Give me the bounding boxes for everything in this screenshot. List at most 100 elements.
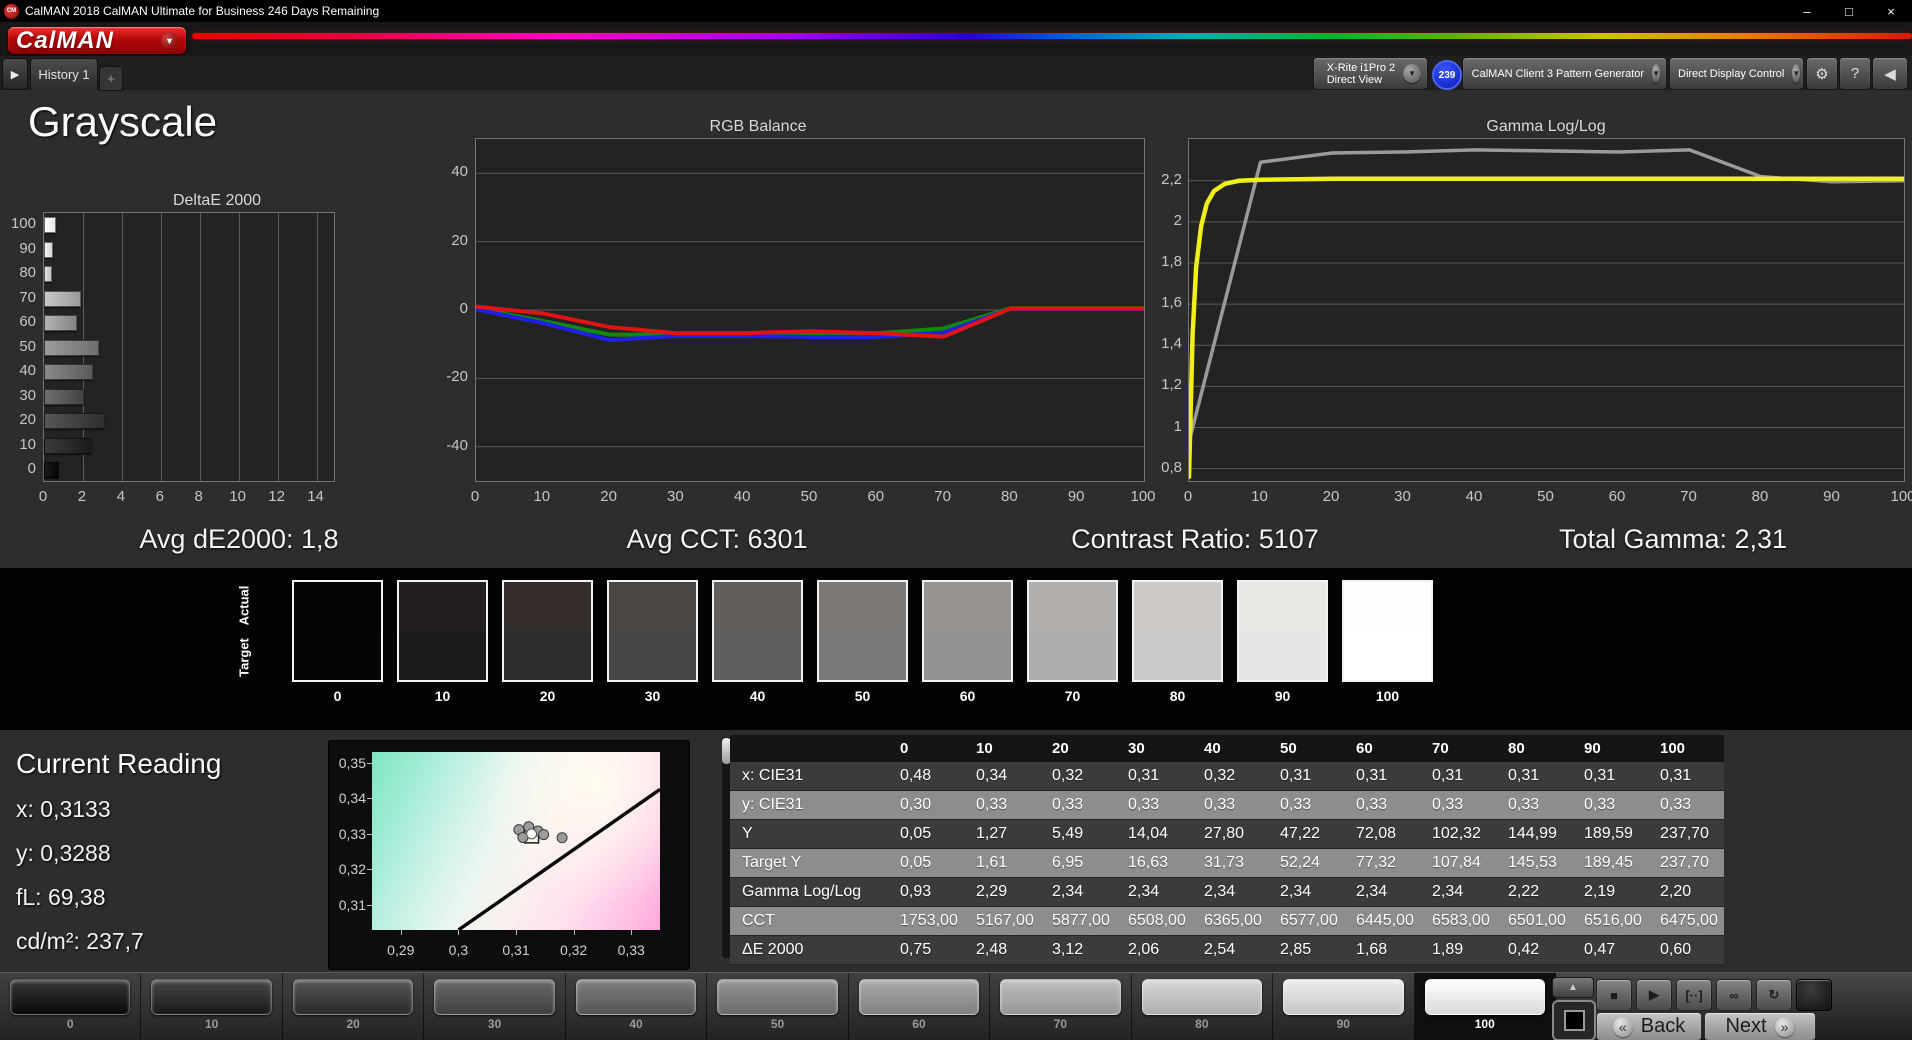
pattern-window-button[interactable] — [1552, 1000, 1596, 1040]
tick-mark — [367, 762, 372, 764]
table-column-header: 90 — [1572, 735, 1648, 762]
table-cell: 0,75 — [888, 935, 964, 965]
collapse-panel-icon[interactable]: ◀ — [1872, 57, 1908, 90]
actual-swatch-half — [504, 582, 591, 631]
stop-button[interactable]: ■ — [1596, 979, 1632, 1011]
chevron-down-icon[interactable]: ▼ — [1652, 64, 1660, 83]
measurement-table: 0 10 20 30 40 50 60 70 80 90 100 x: CIE31 0,48 0,34 0,… — [730, 735, 1724, 965]
chevron-down-icon[interactable]: ▼ — [1403, 64, 1421, 83]
grayscale-swatch — [397, 580, 488, 682]
record-button[interactable] — [1796, 979, 1832, 1011]
maximize-button[interactable]: □ — [1828, 0, 1870, 22]
table-cell: 47,22 — [1268, 819, 1344, 849]
reading-y: y: 0,3288 — [16, 840, 111, 866]
grayscale-swatch — [292, 580, 383, 682]
pattern-level-label: 20 — [346, 1017, 360, 1031]
grayscale-swatch — [922, 580, 1013, 682]
play-button[interactable]: ▶ — [1636, 979, 1672, 1011]
pattern-size-button[interactable]: [··] — [1676, 979, 1712, 1011]
pattern-level-button-70[interactable]: 70 — [990, 973, 1132, 1040]
table-row-label: Y — [730, 819, 888, 849]
table-row: Gamma Log/Log 0,93 2,29 2,34 2,34 2,34 2,34 2,3… — [730, 877, 1724, 907]
expand-up-button[interactable]: ▲ — [1552, 977, 1594, 998]
target-swatch-half — [924, 631, 1011, 680]
help-icon[interactable]: ? — [1839, 57, 1871, 90]
meter-count-badge: 239 — [1432, 60, 1462, 90]
pattern-level-button-60[interactable]: 60 — [848, 973, 991, 1040]
gear-icon[interactable]: ⚙ — [1806, 57, 1838, 90]
meter-dropdown[interactable]: X-Rite i1Pro 2 Direct View ▼ — [1313, 57, 1428, 90]
close-button[interactable]: × — [1870, 0, 1912, 22]
axis-tick-label: 2,2 — [1161, 170, 1182, 188]
table-row-label: x: CIE31 — [730, 762, 888, 791]
pattern-level-button-40[interactable]: 40 — [565, 973, 708, 1040]
table-row: CCT 1753,00 5167,00 5877,00 6508,00 6365,00 65… — [730, 906, 1724, 936]
table-cell: 0,33 — [1268, 790, 1344, 820]
layout-nav-arrow-button[interactable]: ▶ — [2, 58, 28, 90]
pattern-level-button-80[interactable]: 80 — [1131, 973, 1274, 1040]
actual-swatch-half — [714, 582, 801, 631]
grayscale-swatch — [1027, 580, 1118, 682]
axis-tick-label: 10 — [229, 488, 246, 505]
target-swatch-half — [1134, 631, 1221, 680]
axis-tick-label: 70 — [934, 488, 951, 505]
table-row-label: y: CIE31 — [730, 790, 888, 820]
table-cell: 2,48 — [964, 935, 1040, 965]
pattern-level-label: 40 — [629, 1017, 643, 1031]
axis-tick-label: 0,8 — [1161, 458, 1182, 476]
table-cell: 0,33 — [1420, 790, 1496, 820]
pattern-source-dropdown[interactable]: CalMAN Client 3 Pattern Generator ▼ — [1462, 57, 1667, 90]
pattern-level-button-50[interactable]: 50 — [707, 973, 849, 1040]
pattern-level-button-100[interactable]: 100 — [1414, 973, 1556, 1040]
axis-tick-label: 20 — [19, 411, 36, 429]
tab-history-1[interactable]: History 1 — [30, 58, 98, 90]
deltae-bar — [44, 437, 93, 454]
pattern-level-button-0[interactable]: 0 — [0, 973, 142, 1040]
target-swatch-half — [1029, 631, 1116, 680]
pattern-level-label: 30 — [487, 1017, 502, 1031]
display-control-dropdown[interactable]: Direct Display Control ▼ — [1669, 57, 1804, 90]
actual-row-label: Actual — [236, 585, 252, 626]
axis-tick-label: 90 — [19, 239, 36, 257]
target-swatch-half — [1239, 631, 1326, 680]
table-cell: 237,70 — [1648, 819, 1724, 849]
target-swatch-half — [1344, 631, 1431, 680]
table-cell: 0,31 — [1648, 762, 1724, 791]
axis-tick-label: 50 — [19, 337, 36, 355]
pattern-level-button-10[interactable]: 10 — [141, 973, 283, 1040]
next-button[interactable]: Next » — [1704, 1012, 1816, 1040]
table-cell: 0,33 — [1648, 790, 1724, 820]
chevron-down-icon[interactable]: ▼ — [1792, 64, 1801, 83]
deltae-chart-title: DeltaE 2000 — [172, 192, 262, 209]
pattern-level-button-20[interactable]: 20 — [282, 973, 425, 1040]
pattern-level-button-30[interactable]: 30 — [424, 973, 566, 1040]
axis-tick-label: 50 — [800, 488, 818, 505]
table-cell: 1,61 — [964, 848, 1040, 878]
add-tab-button[interactable]: + — [99, 66, 123, 91]
continuous-button[interactable]: ∞ — [1716, 979, 1752, 1011]
table-cell: 0,33 — [1572, 790, 1648, 820]
table-cell: 2,29 — [964, 877, 1040, 907]
calman-logo-menu[interactable]: CalMAN ▼ — [8, 27, 186, 54]
rgb-chart-title: RGB Balance — [709, 118, 807, 135]
table-cell: 0,93 — [888, 877, 964, 907]
cie-x-tick-label: 0,3 — [448, 942, 469, 958]
tick-mark — [367, 798, 372, 800]
chevron-down-icon[interactable]: ▼ — [161, 32, 178, 49]
table-cell: 0,32 — [1040, 762, 1116, 791]
table-cell: 31,73 — [1192, 848, 1268, 878]
table-cell: 0,33 — [1344, 790, 1420, 820]
minimize-button[interactable]: – — [1786, 0, 1828, 22]
table-cell: 6475,00 — [1648, 906, 1724, 936]
deltae-bar — [44, 315, 77, 332]
table-column-header: 100 — [1648, 735, 1724, 762]
axis-tick-label: 8 — [194, 488, 203, 505]
table-cell: 189,45 — [1572, 848, 1648, 878]
loop-button[interactable]: ↻ — [1756, 979, 1792, 1011]
table-column-header: 50 — [1268, 735, 1344, 762]
pattern-swatch — [10, 979, 131, 1015]
grayscale-swatch — [817, 580, 908, 682]
pattern-level-button-90[interactable]: 90 — [1273, 973, 1415, 1040]
pattern-level-label: 50 — [770, 1017, 785, 1031]
back-button[interactable]: « Back — [1596, 1012, 1702, 1040]
